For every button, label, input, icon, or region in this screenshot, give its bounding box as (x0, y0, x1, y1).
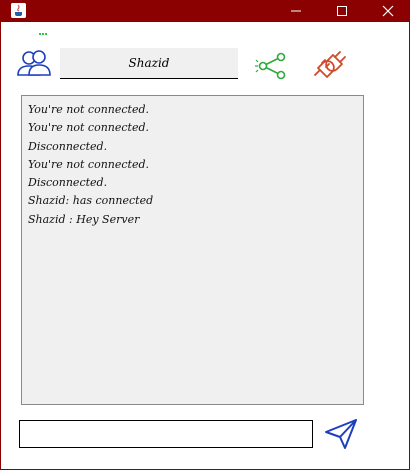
maximize-icon (337, 6, 347, 16)
connection-status-indicator (39, 33, 47, 36)
log-line: You're not connected. (28, 121, 150, 135)
send-icon[interactable] (323, 417, 359, 451)
log-line: Shazid : Hey Server (28, 212, 140, 226)
maximize-button[interactable] (319, 0, 365, 22)
title-bar[interactable] (1, 0, 410, 22)
log-line: Shazid: has connected (28, 194, 154, 208)
log-line: You're not connected. (28, 157, 150, 171)
chat-log[interactable]: You're not connected. You're not connect… (21, 95, 364, 405)
message-input[interactable] (19, 420, 313, 448)
close-icon (382, 5, 394, 17)
log-line: You're not connected. (28, 103, 150, 116)
java-app-icon (11, 3, 26, 18)
chat-client-window: Shazid You're not connected. You're not … (0, 0, 410, 470)
minimize-button[interactable] (273, 0, 319, 22)
minimize-icon (291, 10, 301, 12)
log-line: Disconnected. (28, 139, 108, 153)
log-line: Disconnected. (28, 176, 108, 190)
username-display: Shazid (60, 48, 238, 79)
users-icon[interactable] (17, 48, 51, 78)
disconnect-plug-icon[interactable] (313, 50, 347, 82)
close-button[interactable] (365, 0, 410, 22)
share-icon[interactable] (255, 51, 287, 81)
